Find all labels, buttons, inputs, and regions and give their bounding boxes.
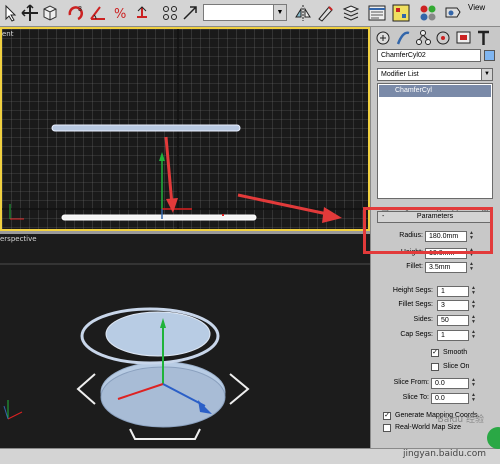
slice-from-label: Slice From: [393, 379, 429, 386]
main-toolbar: 3 % ▼ View [0, 0, 500, 27]
mirror-icon[interactable] [293, 3, 313, 23]
material-editor-icon[interactable] [418, 3, 438, 23]
select-move-icon[interactable] [20, 3, 40, 23]
height-segs-input[interactable]: 1 [437, 286, 469, 297]
height-segs-label: Height Segs: [392, 287, 433, 294]
create-tab-icon[interactable] [375, 29, 392, 47]
fillet-input[interactable]: 3.5mm [425, 262, 467, 273]
perspective-viewport-label: erspective [0, 235, 37, 243]
layer-manager-icon[interactable] [341, 3, 361, 23]
angle-snap-icon[interactable] [88, 3, 108, 23]
height-segs-spinner[interactable]: ▲ ▼ [470, 286, 477, 297]
generate-mapping-checkbox[interactable]: ✓ [383, 412, 391, 420]
real-world-map-checkbox[interactable] [383, 424, 391, 432]
modifier-list-label: Modifier List [381, 71, 419, 78]
chevron-down-icon: ▼ [481, 69, 492, 80]
slice-to-spinner[interactable]: ▲ ▼ [470, 393, 477, 404]
chevron-down-icon: ▼ [273, 5, 286, 20]
named-selection-dropdown[interactable]: ▼ [203, 4, 287, 21]
smooth-checkbox[interactable]: ✓ [431, 349, 439, 357]
svg-text:%: % [114, 7, 126, 22]
perspective-viewport-canvas [0, 263, 370, 440]
cap-segs-spinner[interactable]: ▲ ▼ [470, 330, 477, 341]
edit-named-selection-icon[interactable] [180, 3, 200, 23]
slice-from-spinner[interactable]: ▲ ▼ [470, 378, 477, 389]
top-viewport-label: ent [2, 30, 14, 38]
svg-text:3: 3 [78, 6, 82, 13]
perspective-viewport[interactable]: erspective [0, 234, 370, 448]
snap-toggle-icon[interactable]: 3 [66, 3, 86, 23]
modify-tab-icon[interactable] [395, 29, 412, 47]
radius-highlight-annotation [363, 207, 493, 254]
cap-segs-label: Cap Segs: [400, 331, 433, 338]
align-icon[interactable] [315, 3, 335, 23]
real-world-map-label: Real-World Map Size [395, 424, 462, 431]
motion-tab-icon[interactable] [435, 29, 452, 47]
top-viewport[interactable]: ent [0, 27, 370, 231]
cap-segs-input[interactable]: 1 [437, 330, 469, 341]
fillet-label: Fillet: [406, 263, 423, 270]
fillet-segs-spinner[interactable]: ▲ ▼ [470, 300, 477, 311]
slice-from-input[interactable]: 0.0 [431, 378, 469, 389]
schematic-view-icon[interactable] [391, 3, 411, 23]
named-selection-icon[interactable] [160, 3, 180, 23]
sides-label: Sides: [413, 316, 433, 323]
fillet-segs-input[interactable]: 3 [437, 300, 469, 311]
smooth-label: Smooth [443, 349, 468, 356]
slice-to-input[interactable]: 0.0 [431, 393, 469, 404]
slice-on-checkbox[interactable] [431, 363, 439, 371]
fillet-spinner[interactable]: ▲ ▼ [468, 262, 475, 273]
select-object-icon[interactable] [1, 3, 21, 23]
modifier-stack-list[interactable]: ChamferCyl [377, 83, 493, 199]
object-name-field[interactable]: ChamferCyl02 [377, 49, 481, 62]
display-tab-icon[interactable] [455, 29, 472, 47]
object-color-swatch[interactable] [484, 50, 495, 61]
slice-on-label: Slice On [443, 363, 470, 370]
select-by-name-icon[interactable] [40, 3, 60, 23]
baidu-watermark: Baidu 经验 [437, 415, 484, 425]
curve-editor-icon[interactable] [367, 3, 387, 23]
slice-to-label: Slice To: [402, 394, 429, 401]
sides-spinner[interactable]: ▲ ▼ [470, 315, 477, 326]
view-label: View [468, 3, 486, 12]
utilities-tab-icon[interactable] [475, 29, 492, 47]
modifier-list-dropdown[interactable]: Modifier List ▼ [377, 68, 493, 81]
stack-item-chamfercyl[interactable]: ChamferCyl [379, 85, 491, 97]
fillet-segs-label: Fillet Segs: [398, 301, 433, 308]
hierarchy-tab-icon[interactable] [415, 29, 432, 47]
spinner-snap-icon[interactable] [132, 3, 152, 23]
watermark-url: jingyan.baidu.com [402, 449, 486, 459]
sides-input[interactable]: 50 [437, 315, 469, 326]
render-setup-icon[interactable] [443, 3, 463, 23]
top-viewport-canvas [2, 29, 368, 229]
percent-snap-icon[interactable]: % [112, 3, 132, 23]
